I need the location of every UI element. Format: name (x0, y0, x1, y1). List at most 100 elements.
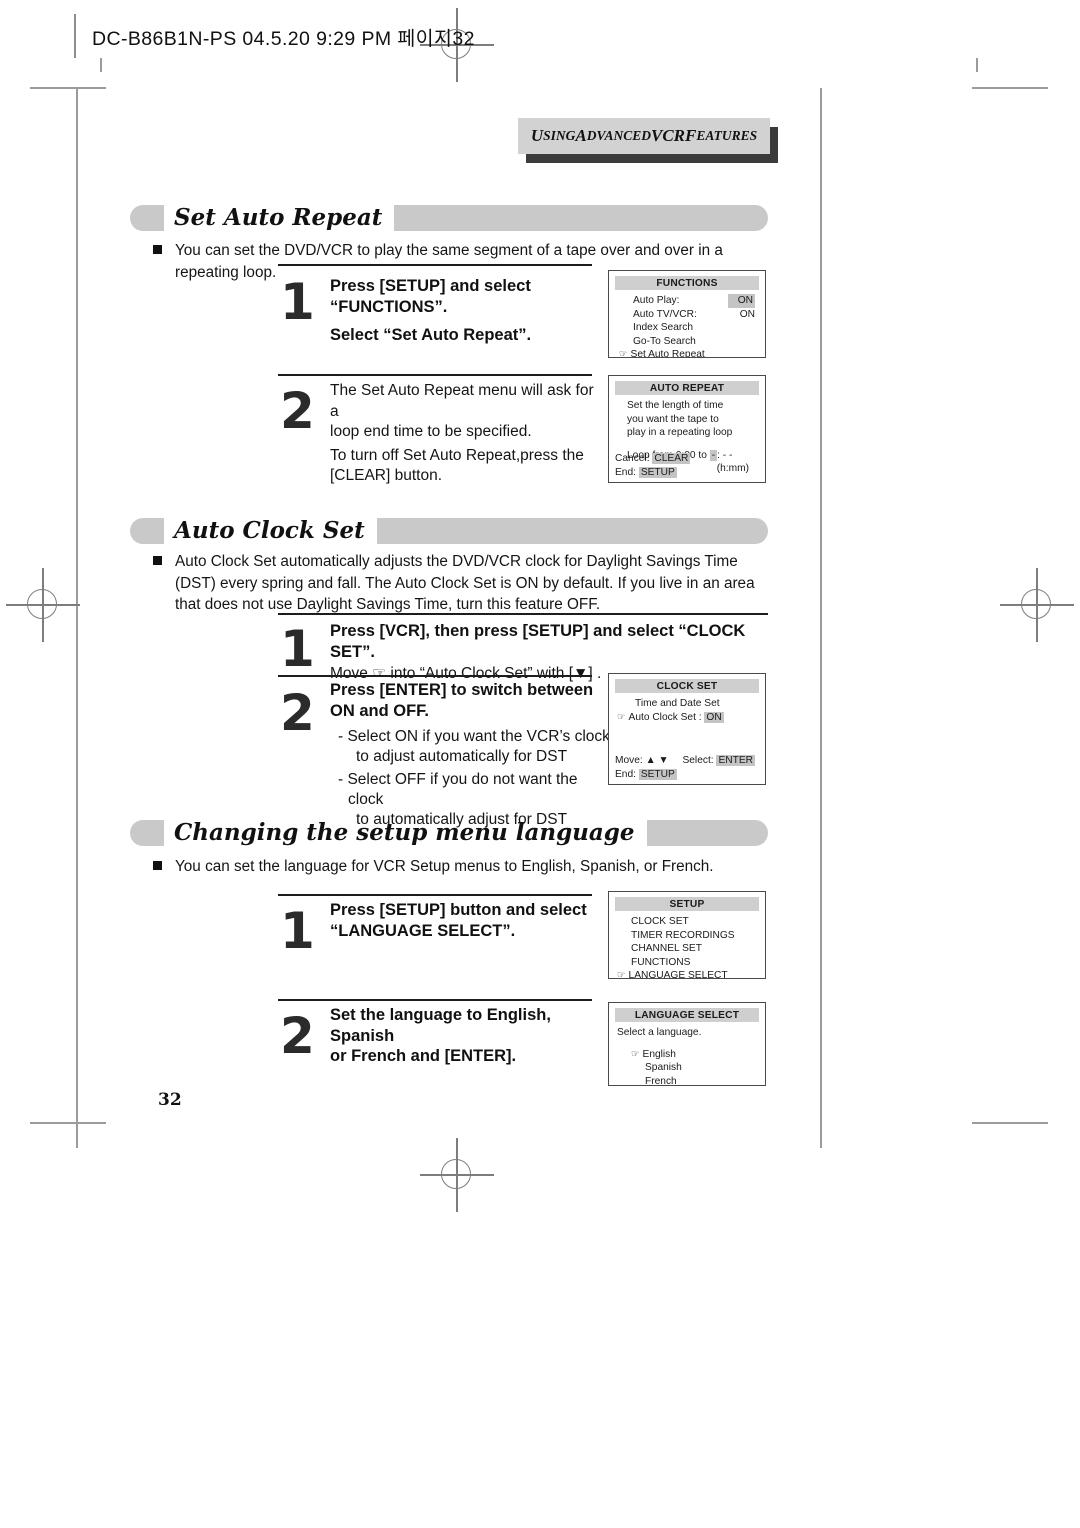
heading-cap-left (130, 518, 164, 544)
arrow-up-down-icon: ▲ ▼ (645, 755, 669, 766)
step-number: 1 (280, 902, 315, 960)
osd-body: Time and Date Set ☞ Auto Clock Set : ON (609, 693, 765, 724)
step-divider (278, 675, 592, 677)
osd-title: LANGUAGE SELECT (615, 1008, 759, 1022)
step-heading-line-2: ON and OFF. (330, 701, 429, 720)
step-divider (278, 999, 592, 1001)
osd-item: FUNCTIONS (631, 956, 691, 968)
step-divider (278, 374, 592, 376)
osd-end-label: End: (615, 769, 636, 780)
step-heading-line-2: “LANGUAGE SELECT”. (330, 921, 516, 940)
osd-body: Auto Play: ON Auto TV/VCR: ON Index Sear… (609, 290, 765, 358)
section-heading-auto-clock-set: Auto Clock Set (130, 516, 768, 546)
step-number: 2 (280, 382, 315, 440)
osd-item: French (645, 1075, 677, 1086)
osd-item: Go-To Search (633, 335, 696, 347)
osd-body: CLOCK SET TIMER RECORDINGS CHANNEL SET F… (609, 911, 765, 979)
bleed-line-right (820, 88, 822, 1148)
section-heading-set-auto-repeat: Set Auto Repeat (130, 203, 768, 233)
trim-mark-bottom-left-horizontal (30, 1122, 106, 1124)
osd-item-selected: ☞ English (617, 1048, 755, 1062)
page-number: 32 (158, 1090, 182, 1110)
osd-row: Auto TV/VCR: ON (619, 308, 755, 322)
osd-item: CLOCK SET (631, 916, 689, 927)
osd-item-label: Auto Clock Set : (628, 711, 702, 723)
osd-prompt: Select a language. (617, 1027, 702, 1038)
osd-screen-clock-set: CLOCK SET Time and Date Set ☞ Auto Clock … (608, 673, 766, 785)
pointing-hand-icon: ☞ (617, 970, 626, 979)
osd-move-hint: Move: ▲ ▼ (615, 754, 669, 767)
heading-cap-left (130, 820, 164, 846)
step-divider (278, 613, 768, 615)
step-body-line-2: loop end time to be specified. (330, 423, 532, 440)
section-title: Changing the setup menu language (174, 819, 635, 846)
step-heading-line-1: Press [ENTER] to switch between (330, 681, 594, 699)
osd-line: you want the tape to (627, 413, 719, 425)
osd-line: Set the length of time (627, 400, 724, 411)
bullet-square-icon (153, 556, 162, 565)
section-title: Auto Clock Set (174, 517, 365, 544)
step-heading-line-2: “FUNCTIONS”. (330, 297, 448, 316)
heading-bar-right (376, 518, 768, 544)
osd-end-label: End: (615, 467, 636, 478)
osd-item-value: ON (704, 711, 724, 723)
osd-item-label: English (642, 1048, 676, 1060)
osd-loop-suffix: : - - (717, 449, 733, 461)
step-number: 2 (280, 684, 315, 742)
osd-end-key: SETUP (638, 769, 677, 780)
bullet-square-icon (153, 861, 162, 870)
osd-title: FUNCTIONS (615, 276, 759, 290)
osd-screen-auto-repeat: AUTO REPEAT Set the length of time you w… (608, 375, 766, 483)
osd-item: CHANNEL SET (631, 943, 702, 954)
trim-mark-top-right-horizontal (972, 87, 1048, 89)
osd-screen-language-select: LANGUAGE SELECT Select a language. ☞ Engl… (608, 1002, 766, 1086)
section-intro-auto-clock-set: Auto Clock Set automatically adjusts the… (153, 551, 775, 616)
step-number: 2 (280, 1007, 315, 1065)
osd-cancel-label: Cancel: (615, 453, 650, 464)
osd-loop-hour-field: - (709, 449, 718, 461)
osd-line: play in a repeating loop (627, 427, 733, 438)
pointing-hand-icon: ☞ (619, 349, 628, 358)
osd-title: SETUP (615, 897, 759, 911)
step-heading-line-1: Press [VCR], then press [SETUP] and sele… (330, 622, 746, 661)
pointing-hand-icon: ☞ (631, 1048, 640, 1060)
step-heading-line-1: Press [SETUP] button and select (330, 901, 587, 919)
osd-end-hint: End: SETUP (615, 768, 677, 781)
osd-row-value: ON (727, 294, 755, 308)
step-dash-line: to adjust automatically for DST (356, 748, 568, 765)
bullet-square-icon (153, 245, 162, 254)
osd-item-selected: ☞ Auto Clock Set : ON (617, 711, 755, 725)
step-divider (278, 894, 592, 896)
osd-item: Time and Date Set (635, 698, 720, 709)
osd-end-key: SETUP (638, 467, 677, 478)
osd-cancel-key: CLEAR (652, 453, 691, 464)
osd-body: Select a language. ☞ English Spanish Fren… (609, 1022, 765, 1086)
osd-item: TIMER RECORDINGS (631, 929, 735, 941)
trim-mark-top-left-vertical (100, 58, 102, 72)
step-dash-line: - Select ON if you want the VCR’s clock (338, 728, 610, 745)
trim-mark-bottom-right-horizontal (972, 1122, 1048, 1124)
step-content: Press [SETUP] button and select “LANGUAG… (330, 900, 610, 941)
heading-bar-right (646, 820, 768, 846)
osd-title: CLOCK SET (615, 679, 759, 693)
osd-row-label: Auto TV/VCR: (633, 308, 697, 320)
heading-cap-left (130, 205, 164, 231)
step-content: Press [ENTER] to switch between ON and O… (330, 680, 610, 830)
osd-screen-functions: FUNCTIONS Auto Play: ON Auto TV/VCR: ON … (608, 270, 766, 358)
registration-mark-right (1000, 568, 1074, 642)
trim-mark-top-right-vertical (976, 58, 978, 72)
trim-mark-top-left-horizontal (30, 87, 106, 89)
registration-mark-bottom (420, 1138, 494, 1212)
osd-row-value: ON (739, 308, 755, 320)
osd-screen-setup: SETUP CLOCK SET TIMER RECORDINGS CHANNEL… (608, 891, 766, 979)
osd-item-selected: ☞ Set Auto Repeat (619, 348, 755, 358)
osd-item: Index Search (633, 322, 694, 334)
step-body-line-1: The Set Auto Repeat menu will ask for a (330, 382, 594, 420)
step-subheading: Select “Set Auto Repeat”. (330, 326, 532, 344)
osd-select-key: ENTER (716, 755, 755, 766)
osd-row: Auto Play: ON (619, 294, 755, 308)
manual-page: DC-B86B1N-PS 04.5.20 9:29 PM 페이지32 U SING… (0, 0, 1080, 1528)
step-heading-line-2: or French and [ENTER]. (330, 1047, 517, 1065)
step-content: Press [SETUP] and select “FUNCTIONS”. Se… (330, 276, 600, 346)
step-dash-line: - Select OFF if you do not want the cloc… (338, 771, 578, 808)
